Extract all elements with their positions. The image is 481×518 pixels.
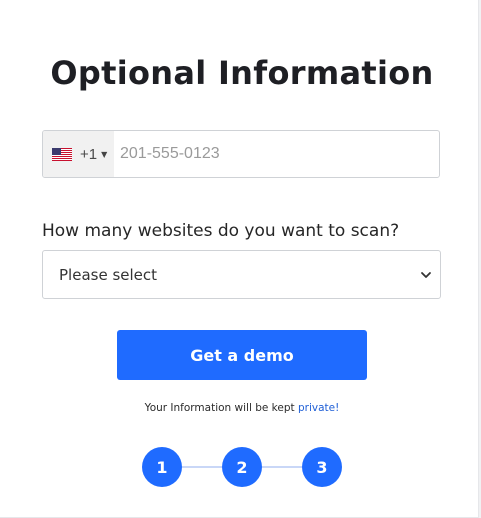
select-value: Please select: [59, 265, 158, 284]
websites-count-select[interactable]: Please select: [42, 250, 441, 299]
step-3[interactable]: 3: [302, 447, 342, 487]
optional-info-card: Optional Information +1 ▼ How many websi…: [0, 0, 479, 518]
step-2[interactable]: 2: [222, 447, 262, 487]
dial-code: +1: [80, 145, 98, 163]
websites-question-label: How many websites do you want to scan?: [42, 221, 400, 241]
step-connector: [262, 466, 302, 468]
caret-down-icon: ▼: [101, 149, 108, 159]
get-demo-button[interactable]: Get a demo: [117, 330, 367, 380]
us-flag-icon: [52, 147, 72, 161]
phone-field: +1 ▼: [42, 130, 440, 178]
chevron-down-icon: [421, 271, 431, 278]
page-title: Optional Information: [50, 54, 434, 92]
phone-input[interactable]: [114, 131, 439, 177]
step-indicator: 1 2 3: [142, 447, 342, 487]
country-code-dropdown[interactable]: +1 ▼: [43, 131, 114, 177]
privacy-note: Your Information will be kept private!: [0, 402, 481, 414]
privacy-text: Your Information will be kept: [144, 402, 295, 414]
privacy-link[interactable]: private!: [298, 402, 339, 414]
step-1[interactable]: 1: [142, 447, 182, 487]
step-connector: [182, 466, 222, 468]
